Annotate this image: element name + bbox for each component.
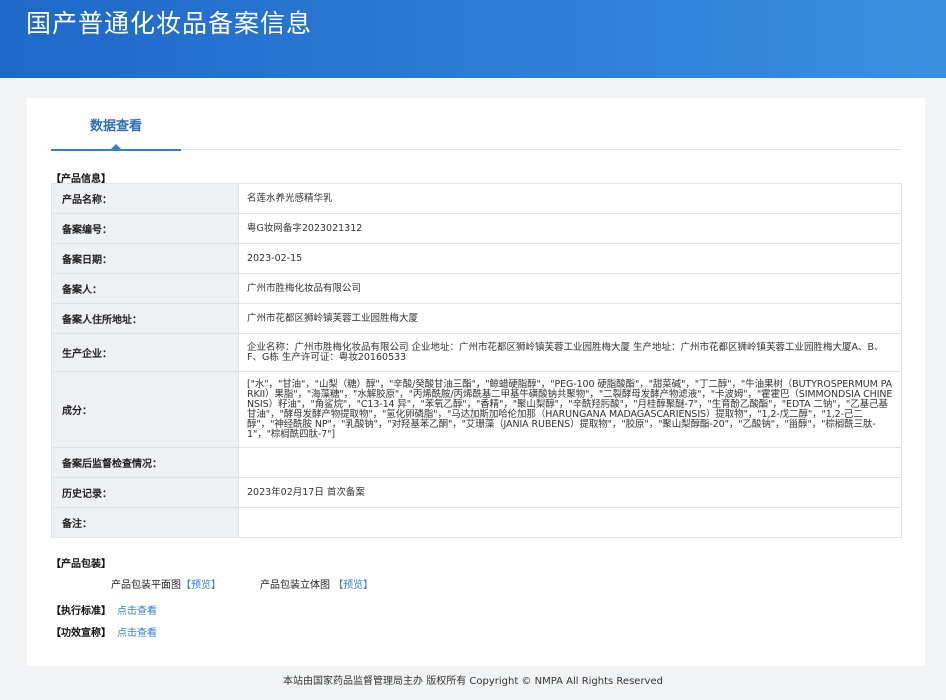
- row-value-ingredients: ["水"，"甘油"，"山梨（糖）醇"，"辛酸/癸酸甘油三酯"，"鲸蜡硬脂醇"，"…: [238, 371, 902, 448]
- table-row: 产品名称： 名莲水养光感精华乳: [51, 183, 902, 214]
- row-value-manufacturer: 企业名称：广州市胜梅化妆品有限公司 企业地址：广州市花都区狮岭镇芙蓉工业园胜梅大…: [238, 333, 902, 372]
- row-label-filing-date: 备案日期：: [51, 243, 239, 274]
- package-solid-label: 产品包装立体图: [260, 580, 330, 591]
- section-title-efficacy: 【功效宣称】: [51, 628, 111, 639]
- table-row: 备案人： 广州市胜梅化妆品有限公司: [51, 273, 902, 304]
- tab-data-view[interactable]: 数据查看: [51, 98, 181, 151]
- table-row: 备案编号： 粤G妆网备字2023021312: [51, 213, 902, 244]
- efficacy-view-link[interactable]: 点击查看: [117, 628, 157, 639]
- tab-bar: 数据查看: [51, 98, 901, 151]
- row-label-supervision: 备案后监督检查情况：: [51, 447, 239, 478]
- table-row: 备注：: [51, 507, 902, 538]
- page-footer: 本站由国家药品监督管理局主办 版权所有 Copyright © NMPA All…: [283, 676, 663, 687]
- row-label-filer: 备案人：: [51, 273, 239, 304]
- row-value-history: 2023年02月17日 首次备案: [238, 477, 902, 508]
- package-solid-entry: 产品包装立体图 【预览】: [260, 576, 373, 591]
- row-label-remarks: 备注：: [51, 507, 239, 538]
- table-row: 备案日期： 2023-02-15: [51, 243, 902, 274]
- table-row: 成分： ["水"，"甘油"，"山梨（糖）醇"，"辛酸/癸酸甘油三酯"，"鲸蜡硬脂…: [51, 371, 902, 448]
- row-value-product-name: 名莲水养光感精华乳: [238, 183, 902, 214]
- package-flat-entry: 产品包装平面图【预览】: [111, 576, 221, 591]
- tab-caret-icon: [111, 144, 121, 149]
- table-row: 历史记录： 2023年02月17日 首次备案: [51, 477, 902, 508]
- row-value-filing-number: 粤G妆网备字2023021312: [238, 213, 902, 244]
- row-value-remarks: [238, 507, 902, 538]
- row-label-ingredients: 成分：: [51, 371, 239, 448]
- table-row: 备案后监督检查情况：: [51, 447, 902, 478]
- table-row: 备案人住所地址： 广州市花都区狮岭镇芙蓉工业园胜梅大厦: [51, 303, 902, 334]
- section-title-standard: 【执行标准】: [51, 606, 111, 617]
- row-value-supervision: [238, 447, 902, 478]
- page-title: 国产普通化妆品备案信息: [26, 9, 313, 38]
- row-label-filer-address: 备案人住所地址：: [51, 303, 239, 334]
- product-info-table: 产品名称： 名莲水养光感精华乳 备案编号： 粤G妆网备字2023021312 备…: [51, 183, 902, 538]
- row-label-history: 历史记录：: [51, 477, 239, 508]
- efficacy-line: 【功效宣称】 点击查看: [51, 624, 157, 639]
- row-label-filing-number: 备案编号：: [51, 213, 239, 244]
- tab-data-view-label: 数据查看: [89, 119, 142, 134]
- table-row: 生产企业： 企业名称：广州市胜梅化妆品有限公司 企业地址：广州市花都区狮岭镇芙蓉…: [51, 333, 902, 372]
- row-value-filing-date: 2023-02-15: [238, 243, 902, 274]
- package-flat-preview-link[interactable]: 【预览】: [181, 580, 221, 591]
- package-solid-preview-link[interactable]: 【预览】: [333, 580, 373, 591]
- standard-view-link[interactable]: 点击查看: [117, 606, 157, 617]
- row-value-filer: 广州市胜梅化妆品有限公司: [238, 273, 902, 304]
- standard-line: 【执行标准】 点击查看: [51, 602, 157, 617]
- section-title-product-package: 【产品包装】: [51, 559, 111, 570]
- row-value-filer-address: 广州市花都区狮岭镇芙蓉工业园胜梅大厦: [238, 303, 902, 334]
- tab-active-underline: [51, 149, 181, 151]
- content-card: 数据查看 【产品信息】 产品名称： 名莲水养光感精华乳 备案编号： 粤G妆网备字…: [27, 98, 925, 666]
- package-flat-label: 产品包装平面图: [111, 580, 181, 591]
- row-label-manufacturer: 生产企业：: [51, 333, 239, 372]
- page-header: 国产普通化妆品备案信息: [0, 0, 946, 78]
- row-label-product-name: 产品名称：: [51, 183, 239, 214]
